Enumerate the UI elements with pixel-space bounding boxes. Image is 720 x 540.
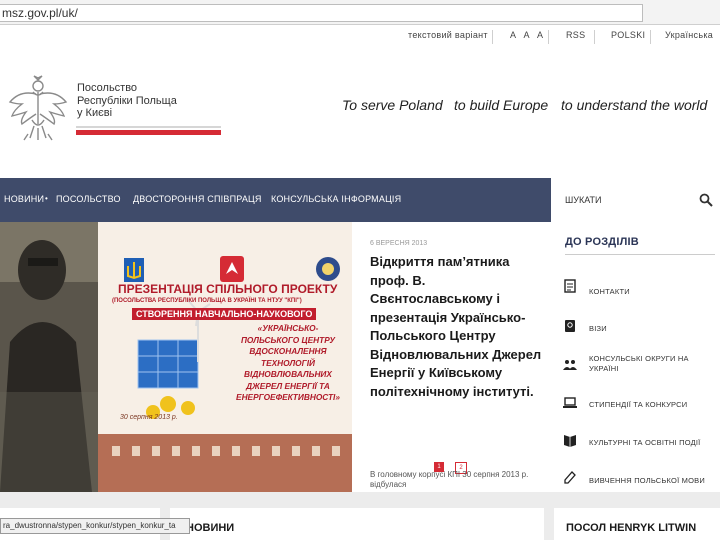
status-bar-url: ra_dwustronna/stypen_konkur/stypen_konku… bbox=[0, 518, 190, 534]
banner-italic-line: ДЖЕРЕЛ ЕНЕРГІЇ ТА bbox=[246, 380, 330, 391]
document-icon bbox=[564, 279, 576, 293]
divider bbox=[492, 30, 493, 44]
university-emblem-icon bbox=[316, 257, 340, 281]
rss-link[interactable]: RSS bbox=[566, 30, 585, 46]
browser-address-bar: msz.gov.pl/uk/ bbox=[0, 0, 720, 25]
text-version-link[interactable]: текстовий варіант bbox=[408, 30, 488, 46]
sidebar-item-contacts[interactable]: КОНТАКТИ bbox=[551, 272, 720, 306]
nav-item-embassy[interactable]: ПОСОЛЬСТВО bbox=[56, 194, 121, 204]
sidebar-item-label: ВИВЧЕННЯ ПОЛЬСЬКОЇ МОВИ bbox=[589, 476, 705, 485]
flag-stripe bbox=[76, 126, 221, 136]
polish-eagle-emblem-icon bbox=[220, 256, 244, 282]
news-heading[interactable]: НОВИНИ bbox=[186, 522, 234, 534]
banner-italic-text: «УКРАЇНСЬКО- ПОЛЬСЬКОГО ЦЕНТРУ ВДОСКОНАЛ… bbox=[224, 323, 352, 404]
ukraine-coat-of-arms-icon bbox=[124, 258, 144, 282]
sections-sidebar: ДО РОЗДІЛІВ КОНТАКТИ ВІЗИ КОНСУЛЬСЬКІ ОК… bbox=[551, 222, 720, 492]
sidebar-item-label: КОНТАКТИ bbox=[589, 287, 630, 296]
polish-eagle-icon[interactable] bbox=[6, 74, 70, 144]
banner-italic-line: ВІДНОВЛЮВАЛЬНИХ bbox=[244, 369, 332, 379]
banner-italic-line: ТЕХНОЛОГІЙ bbox=[261, 357, 315, 368]
article-date: 6 ВЕРЕСНЯ 2013 bbox=[370, 240, 428, 247]
divider bbox=[594, 30, 595, 44]
passport-icon bbox=[565, 320, 575, 332]
bust-image bbox=[0, 222, 98, 492]
slogan-serve-poland: To serve Poland bbox=[342, 97, 443, 113]
ambassador-heading[interactable]: ПОСОЛ HENRYK LITWIN bbox=[566, 522, 696, 534]
article-excerpt: В головному корпусі КПІ 30 серпня 2013 р… bbox=[370, 470, 529, 489]
monument-photo[interactable] bbox=[0, 222, 98, 492]
banner-italic-line: «УКРАЇНСЬКО- bbox=[257, 323, 319, 333]
search-icon[interactable] bbox=[699, 193, 713, 207]
people-icon bbox=[563, 360, 577, 370]
sidebar-item-culture[interactable]: КУЛЬТУРНІ ТА ОСВІТНІ ПОДІЇ bbox=[551, 426, 720, 460]
laptop-icon bbox=[563, 397, 577, 408]
sidebar-item-scholarships[interactable]: СТИПЕНДІЇ ТА КОНКУРСИ bbox=[551, 388, 720, 422]
lang-polish-link[interactable]: POLSKI bbox=[611, 30, 645, 46]
banner-italic-line: ПОЛЬСЬКОГО ЦЕНТРУ bbox=[240, 334, 336, 345]
banner-line2: СТВОРЕННЯ НАВЧАЛЬНО-НАУКОВОГО bbox=[132, 308, 317, 320]
sidebar-item-label: ВІЗИ bbox=[589, 324, 607, 333]
embassy-name[interactable]: Посольство Республіки Польща у Києві bbox=[77, 82, 177, 120]
project-banner[interactable]: ПРЕЗЕНТАЦІЯ СПІЛЬНОГО ПРОЕКТУ (ПОСОЛЬСТВ… bbox=[98, 222, 352, 492]
sidebar-item-label: СТИПЕНДІЇ ТА КОНКУРСИ bbox=[589, 400, 688, 409]
sidebar-item-label: КУЛЬТУРНІ ТА ОСВІТНІ ПОДІЇ bbox=[589, 438, 701, 447]
sidebar-title: ДО РОЗДІЛІВ bbox=[565, 236, 639, 248]
search-box[interactable]: ШУКАТИ bbox=[551, 178, 720, 223]
nav-item-news[interactable]: НОВИНИ bbox=[4, 194, 44, 204]
sidebar-item-consular-districts[interactable]: КОНСУЛЬСЬКІ ОКРУГИ НА УКРАЇНІ bbox=[551, 350, 720, 384]
pen-icon bbox=[564, 471, 576, 484]
banner-italic-line: ЕНЕРГОЕФЕКТИВНОСТІ» bbox=[236, 392, 340, 402]
banner-italic-line: ВДОСКОНАЛЕННЯ bbox=[249, 346, 327, 356]
lang-ukrainian-link[interactable]: Українська bbox=[665, 30, 713, 46]
banner-subtitle: (ПОСОЛЬСТВА РЕСПУБЛІКИ ПОЛЬЩА В УКРАЇНІ … bbox=[112, 298, 302, 304]
divider bbox=[548, 30, 549, 44]
main-navigation: НОВИНИ • ПОСОЛЬСТВО ДВОСТОРОННЯ СПІВПРАЦ… bbox=[0, 178, 551, 222]
banner-title: ПРЕЗЕНТАЦІЯ СПІЛЬНОГО ПРОЕКТУ bbox=[118, 282, 338, 296]
banner-date: 30 серпня 2013 р. bbox=[120, 414, 178, 421]
nav-item-cooperation[interactable]: ДВОСТОРОННЯ СПІВПРАЦЯ bbox=[133, 194, 262, 204]
divider bbox=[565, 254, 715, 255]
slogan-build-europe: to build Europe bbox=[454, 97, 549, 113]
book-icon bbox=[564, 435, 576, 447]
url-field[interactable]: msz.gov.pl/uk/ bbox=[0, 4, 643, 22]
article-headline[interactable]: Відкриття пам’ятника проф. В. Свєнтослав… bbox=[370, 253, 542, 401]
nav-item-consular[interactable]: КОНСУЛЬСЬКА ІНФОРМАЦІЯ bbox=[271, 194, 401, 204]
sidebar-item-label: КОНСУЛЬСЬКІ ОКРУГИ НА УКРАЇНІ bbox=[589, 354, 689, 373]
sidebar-item-visas[interactable]: ВІЗИ bbox=[551, 312, 720, 346]
font-size-link[interactable]: A A A bbox=[510, 30, 546, 46]
slogan-understand-world: to understand the world bbox=[561, 97, 708, 113]
divider bbox=[650, 30, 651, 44]
nav-separator: • bbox=[45, 194, 49, 203]
featured-article: 6 ВЕРЕСНЯ 2013 Відкриття пам’ятника проф… bbox=[352, 222, 551, 492]
search-label: ШУКАТИ bbox=[565, 195, 602, 205]
